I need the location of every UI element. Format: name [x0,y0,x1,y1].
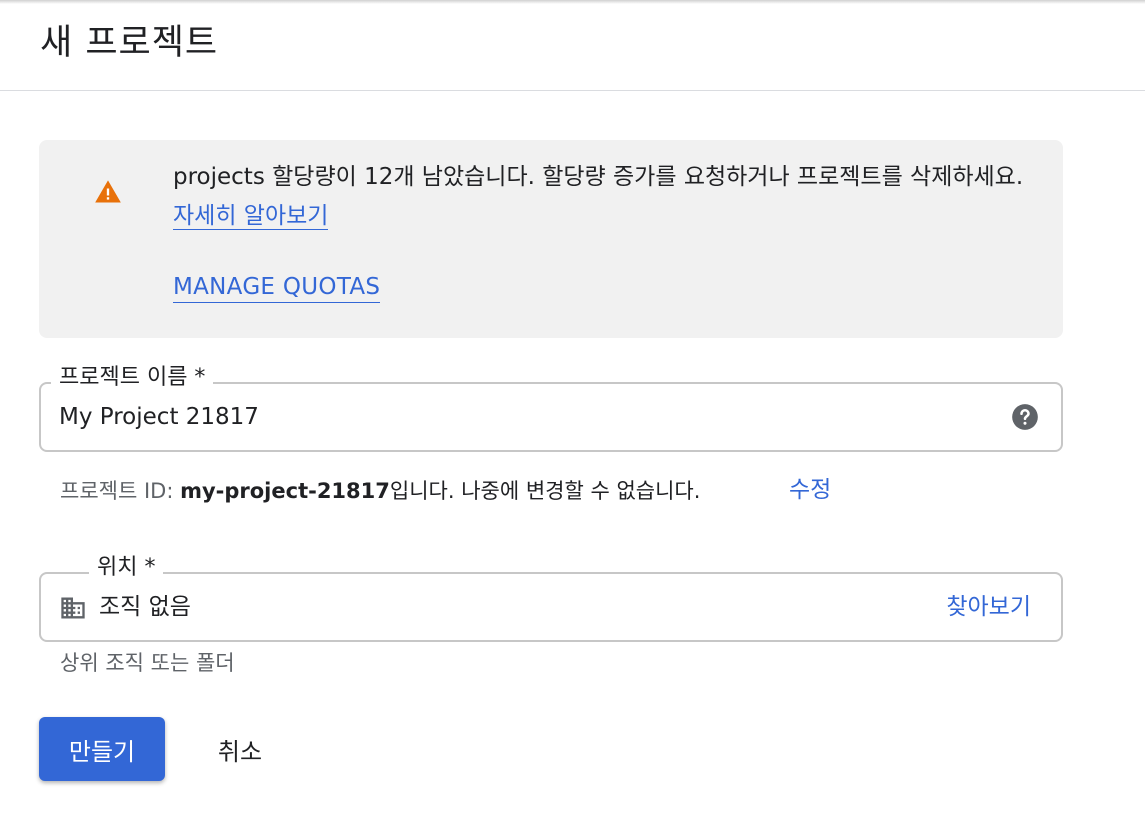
help-circle-icon[interactable] [1011,403,1039,431]
page-header: 새 프로젝트 [0,0,1145,91]
warning-icon [95,180,121,203]
location-label: 위치 * [89,554,164,582]
browse-location-button[interactable]: 찾아보기 [946,590,1031,624]
project-name-field[interactable]: 프로젝트 이름 * [39,364,1063,452]
location-field[interactable]: 위치 * 조직 없음 찾아보기 [39,554,1063,642]
create-button[interactable]: 만들기 [39,717,165,781]
project-id-value: my-project-21817 [180,479,390,503]
learn-more-link[interactable]: 자세히 알아보기 [173,203,329,230]
project-id-prefix: 프로젝트 ID: [60,479,181,503]
page-title: 새 프로젝트 [40,23,219,63]
manage-quotas-link[interactable]: MANAGE QUOTAS [173,272,381,303]
project-name-label: 프로젝트 이름 * [51,364,214,392]
quota-message-text: projects 할당량이 12개 남았습니다. 할당량 증가를 요청하거나 프… [173,164,1024,190]
quota-warning-banner: projects 할당량이 12개 남았습니다. 할당량 증가를 요청하거나 프… [39,140,1063,338]
location-helper-text: 상위 조직 또는 폴더 [60,651,235,675]
quota-message: projects 할당량이 12개 남았습니다. 할당량 증가를 요청하거나 프… [173,158,1043,236]
building-icon [61,597,85,619]
cancel-button[interactable]: 취소 [190,717,290,781]
project-id-info: 프로젝트 ID: my-project-21817입니다. 나중에 변경할 수 … [60,476,700,506]
project-id-suffix: 입니다. 나중에 변경할 수 없습니다. [389,479,701,503]
edit-project-id-link[interactable]: 수정 [789,474,831,506]
location-value: 조직 없음 [99,594,191,620]
project-name-input[interactable] [59,398,979,436]
